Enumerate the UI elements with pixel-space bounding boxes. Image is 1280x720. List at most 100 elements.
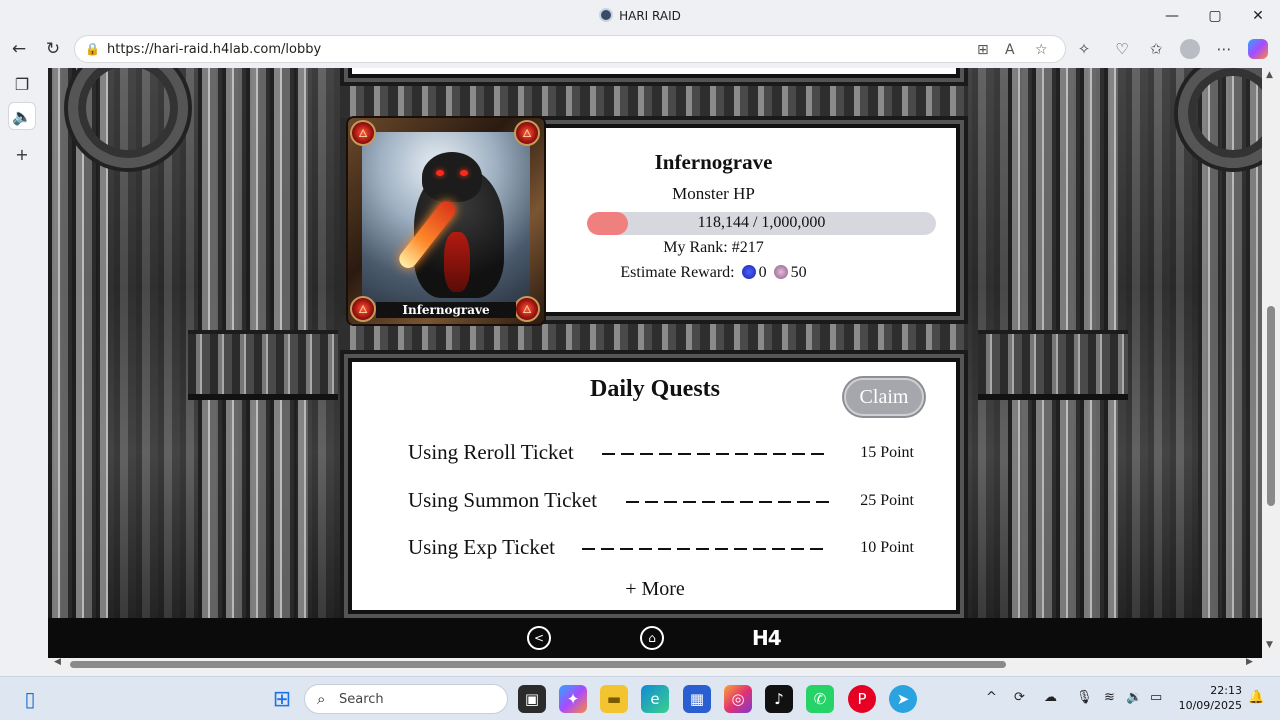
quest-dash-line [582,548,828,550]
ornament-band-top [340,84,968,118]
quest-row: Using Summon Ticket 25 Point [408,488,918,516]
copilot-app-icon[interactable]: ✦ [559,685,587,713]
horizontal-scrollbar[interactable]: ◀ ▶ [48,657,1262,670]
blue-token-icon [741,265,756,279]
performance-icon[interactable]: ♡ [1108,35,1136,63]
scroll-down-icon[interactable]: ▼ [1266,640,1273,650]
clock-date: 10/09/2025 [1178,699,1242,712]
address-bar[interactable]: 🔒 https://hari-raid.h4lab.com/lobby ⊞ A … [74,35,1066,63]
favorite-star-icon[interactable]: ☆ [1035,42,1048,58]
minimize-button[interactable]: — [1150,0,1194,32]
read-aloud-icon[interactable]: A [1005,42,1015,58]
vertical-scroll-thumb[interactable] [1267,306,1275,506]
extensions-icon[interactable]: ✧ [1070,35,1098,63]
quest-row: Using Exp Ticket 10 Point [408,535,918,563]
window-title: HARI RAID [0,8,1280,23]
onedrive-icon[interactable]: ☁ [1044,690,1057,705]
show-hidden-icons-icon[interactable]: ^ [986,690,997,705]
game-bottom-nav: < ⌂ H4 [48,618,1262,658]
vertical-scrollbar[interactable]: ▲ ▼ [1262,68,1280,658]
browser-sidebar: ❐ 🔈 + [0,66,44,676]
telegram-icon[interactable]: ➤ [889,685,917,713]
fire-element-icon: 🜂 [350,296,376,322]
scroll-right-icon[interactable]: ▶ [1246,657,1253,667]
lock-icon: 🔒 [85,42,100,56]
window-title-bar: HARI RAID — ▢ ✕ [0,0,1280,32]
windows-taskbar: ▯ ⊞ ⌕ Search ▣ ✦ ▬ e ▦ ◎ ♪ ✆ P ➤ ^ ⟳ ☁ 🎙… [0,676,1280,720]
app-available-icon[interactable]: ⊞ [977,42,989,58]
fire-element-icon: 🜂 [350,120,376,146]
file-explorer-icon[interactable]: ▬ [600,685,628,713]
wifi-icon[interactable]: ≋ [1104,690,1115,705]
volume-icon[interactable]: 🔉 [1126,690,1142,705]
tiktok-icon[interactable]: ♪ [765,685,793,713]
dragon-belly [444,232,470,292]
daily-quests-title: Daily Quests [589,376,720,402]
home-icon[interactable]: ⌂ [640,626,664,650]
site-favicon-icon [599,8,614,22]
instagram-icon[interactable]: ◎ [724,685,752,713]
dragon-eye-right [460,170,468,176]
background-ledge-left [188,330,338,400]
whatsapp-icon[interactable]: ✆ [806,685,834,713]
search-icon: ⌕ [317,690,326,708]
browser-toolbar: ← ↻ 🔒 https://hari-raid.h4lab.com/lobby … [0,32,1280,66]
edge-browser-icon[interactable]: e [641,685,669,713]
profile-avatar-icon[interactable] [1176,35,1204,63]
widgets-icon[interactable]: ▯ [16,685,44,713]
audio-tab-icon[interactable]: 🔈 [8,102,36,130]
dragon-head [422,152,482,202]
store-icon[interactable]: ▦ [683,685,711,713]
taskbar-clock[interactable]: 22:13 10/09/2025 [1176,683,1242,713]
quest-dash-line [626,501,832,503]
back-button[interactable]: ← [4,35,34,63]
dragon-eye-left [436,170,444,176]
background-ledge-right [978,330,1128,400]
back-arrow-icon[interactable]: < [527,626,551,650]
quest-points: 15 Point [860,444,914,461]
favorites-icon[interactable]: ✩ [1142,35,1170,63]
card-monster-name: Infernograve [376,302,516,318]
clock-time: 22:13 [1210,684,1242,697]
close-button[interactable]: ✕ [1236,0,1280,32]
pink-token-icon [773,265,788,279]
quest-row: Using Reroll Ticket 15 Point [408,440,918,468]
scroll-left-icon[interactable]: ◀ [54,657,61,667]
fire-element-icon: 🜂 [514,296,540,322]
monster-hp-text: 118,144 / 1,000,000 [697,214,826,231]
reward-label: Estimate Reward: [620,264,735,281]
page-viewport: 🜂 🜂 🜂 🜂 Infernograve Infernograve Monste… [48,68,1262,618]
search-placeholder: Search [339,692,384,707]
start-windows-icon[interactable]: ⊞ [268,685,296,713]
refresh-button[interactable]: ↻ [38,35,68,63]
more-menu-icon[interactable]: ⋯ [1210,35,1238,63]
scroll-up-icon[interactable]: ▲ [1266,70,1273,80]
horizontal-scroll-thumb[interactable] [70,661,1006,668]
sync-icon[interactable]: ⟳ [1014,690,1025,705]
maximize-button[interactable]: ▢ [1193,0,1237,32]
notifications-bell-icon[interactable]: 🔔 [1248,690,1264,705]
window-title-text: HARI RAID [619,9,681,23]
more-quests-link[interactable]: + More [548,578,762,601]
monster-hp-label: Monster HP [672,184,755,203]
reward-pink-value: 50 [790,264,807,281]
background-gear-right [1178,68,1262,168]
estimate-reward: Estimate Reward: 0 50 [500,264,927,282]
quest-dash-line [602,453,828,455]
quest-points: 10 Point [860,539,914,556]
claim-button[interactable]: Claim [844,378,924,416]
pinterest-icon[interactable]: P [848,685,876,713]
microphone-icon[interactable]: 🎙 [1076,690,1093,705]
h4-logo[interactable]: H4 [752,626,782,650]
monster-card[interactable]: 🜂 🜂 🜂 🜂 Infernograve [348,118,544,324]
new-tab-icon[interactable]: + [8,140,36,168]
battery-icon[interactable]: ▭ [1150,690,1162,705]
copilot-icon[interactable] [1244,35,1272,63]
quest-label: Using Reroll Ticket [408,440,574,464]
quest-label: Using Summon Ticket [408,488,598,512]
task-view-icon[interactable]: ▣ [518,685,546,713]
quest-points: 25 Point [860,492,914,509]
taskbar-search[interactable]: ⌕ Search [304,684,508,714]
monster-hp-bar: 118,144 / 1,000,000 [587,212,936,235]
tab-actions-icon[interactable]: ❐ [8,70,36,98]
